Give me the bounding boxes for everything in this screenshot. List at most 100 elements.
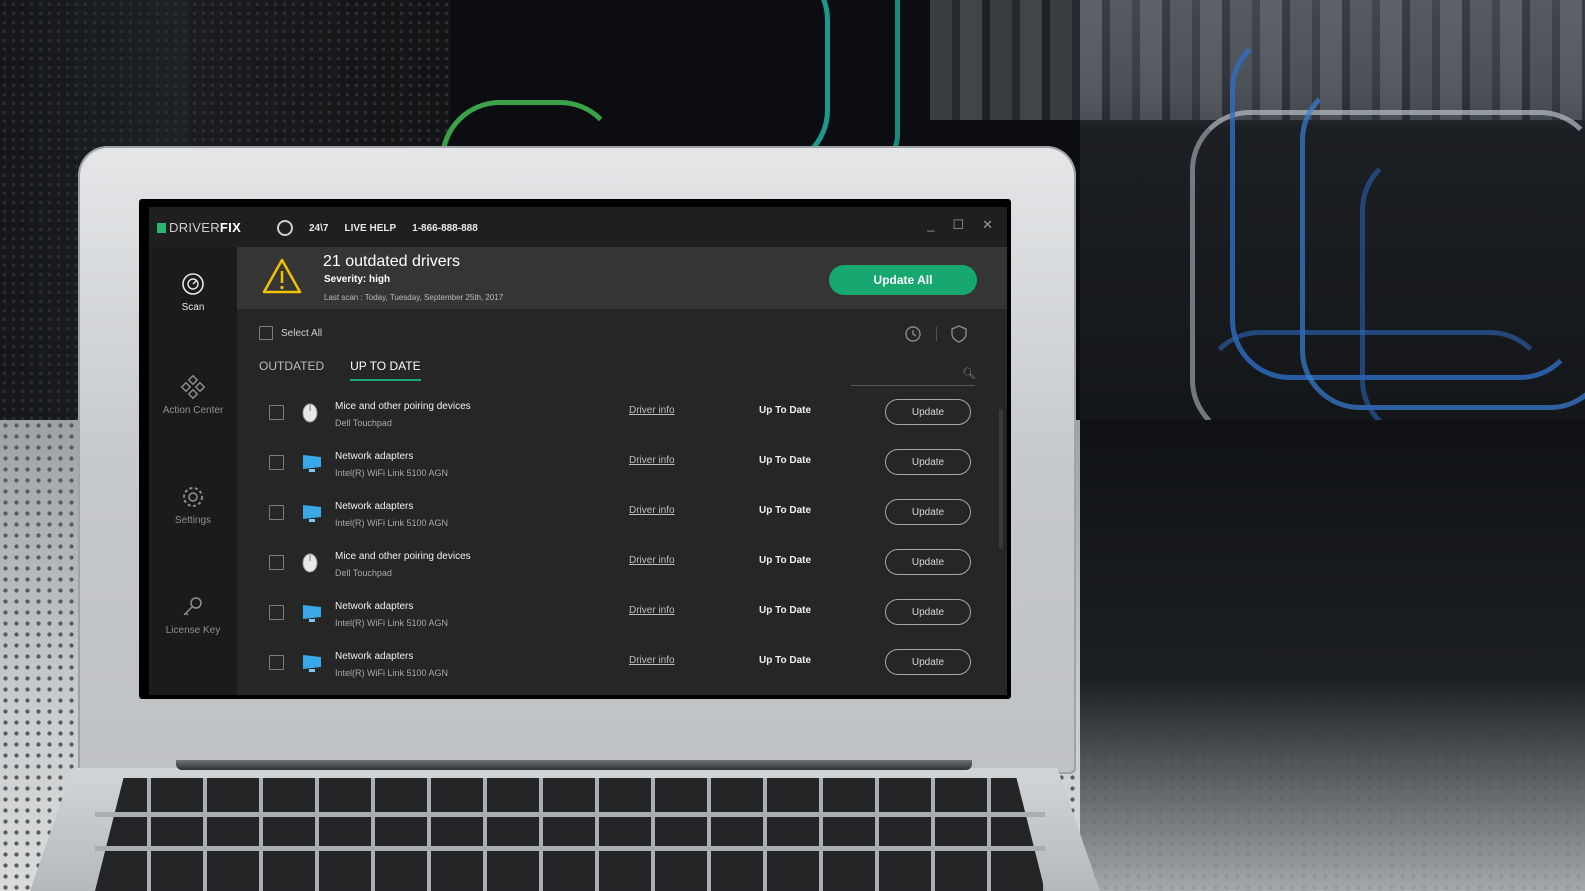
monitor-icon <box>303 655 321 672</box>
driver-info-link[interactable]: Driver info <box>629 505 675 516</box>
device-name: Intel(R) WiFi Link 5100 AGN <box>335 668 449 678</box>
driver-tabs: OUTDATED UP TO DATE <box>259 359 421 381</box>
live-help-link[interactable]: LIVE HELP <box>344 223 396 234</box>
outdated-count-title: 21 outdated drivers <box>323 253 460 270</box>
update-button[interactable]: Update <box>885 649 971 675</box>
laptop-keyboard <box>95 778 1045 891</box>
logo-mark-icon <box>157 223 166 233</box>
device-category: Network adapters <box>335 601 414 612</box>
driver-info-link[interactable]: Driver info <box>629 555 675 566</box>
keyboard-row-gap <box>95 812 1045 817</box>
monitor-icon <box>303 505 321 522</box>
driver-status: Up To Date <box>759 555 812 566</box>
search-input[interactable] <box>851 369 975 386</box>
scan-icon <box>182 273 204 295</box>
maximize-button[interactable]: ☐ <box>952 217 964 233</box>
driver-info-link[interactable]: Driver info <box>629 405 675 416</box>
tab-outdated[interactable]: OUTDATED <box>259 359 324 381</box>
table-row: Network adapters Intel(R) WiFi Link 5100… <box>257 645 987 695</box>
app-logo: DRIVERFIX <box>157 220 241 235</box>
window-controls: _ ☐ ✕ <box>927 217 993 233</box>
keyboard-row-gap <box>95 846 1045 851</box>
update-button[interactable]: Update <box>885 399 971 425</box>
sidebar-item-label: License Key <box>165 625 221 636</box>
device-name: Intel(R) WiFi Link 5100 AGN <box>335 518 449 528</box>
device-name: Intel(R) WiFi Link 5100 AGN <box>335 468 449 478</box>
close-button[interactable]: ✕ <box>982 217 993 233</box>
device-category: Network adapters <box>335 651 414 662</box>
sidebar-item-license-key[interactable]: License Key <box>149 595 237 636</box>
row-checkbox[interactable] <box>269 405 284 420</box>
tools-divider <box>936 327 937 341</box>
row-checkbox[interactable] <box>269 505 284 520</box>
table-row: Network adapters Intel(R) WiFi Link 5100… <box>257 445 987 495</box>
monitor-icon <box>303 455 321 472</box>
device-name: Dell Touchpad <box>335 568 392 578</box>
driverfix-window: DRIVERFIX 24\7 LIVE HELP 1-866-888-888 _… <box>149 207 1007 695</box>
driver-status: Up To Date <box>759 655 812 666</box>
row-checkbox[interactable] <box>269 605 284 620</box>
action-center-icon <box>181 375 205 399</box>
update-button[interactable]: Update <box>885 599 971 625</box>
support-globe-icon <box>277 220 293 236</box>
list-scrollbar[interactable] <box>999 409 1003 549</box>
background-cable <box>700 0 830 170</box>
sidebar-item-settings[interactable]: Settings <box>149 485 237 526</box>
support-phone: 1-866-888-888 <box>412 222 478 234</box>
driver-status: Up To Date <box>759 505 812 516</box>
device-category: Mice and other poiring devices <box>335 401 471 412</box>
device-category: Network adapters <box>335 501 414 512</box>
table-row: Network adapters Intel(R) WiFi Link 5100… <box>257 595 987 645</box>
last-scan-label: Last scan : Today, Tuesday, September 25… <box>324 293 504 302</box>
update-button[interactable]: Update <box>885 499 971 525</box>
update-button[interactable]: Update <box>885 449 971 475</box>
device-name: Dell Touchpad <box>335 418 392 428</box>
minimize-button[interactable]: _ <box>927 217 934 233</box>
row-checkbox[interactable] <box>269 455 284 470</box>
select-all-label: Select All <box>281 327 323 339</box>
sidebar: Scan Action Center Settings License Key <box>149 247 237 695</box>
monitor-icon <box>303 605 321 622</box>
tab-up-to-date[interactable]: UP TO DATE <box>350 359 421 381</box>
sidebar-item-action-center[interactable]: Action Center <box>149 375 237 416</box>
update-all-button[interactable]: Update All <box>829 265 977 295</box>
mouse-icon <box>302 403 318 423</box>
search-icon[interactable]: 🔍︎ <box>962 367 976 380</box>
driver-info-link[interactable]: Driver info <box>629 455 675 466</box>
table-row: Network adapters Intel(R) WiFi Link 5100… <box>257 495 987 545</box>
list-tools <box>904 325 967 343</box>
driver-status: Up To Date <box>759 605 812 616</box>
warning-icon <box>262 258 302 294</box>
severity-label: Severity: high <box>324 274 391 285</box>
driver-list-panel: Select All OUTDATED UP TO DATE 🔍︎ Mice a… <box>237 309 1007 695</box>
support-hours: 24\7 <box>309 222 329 234</box>
background-cable <box>830 0 900 170</box>
update-button[interactable]: Update <box>885 549 971 575</box>
device-category: Network adapters <box>335 451 414 462</box>
key-icon <box>183 597 202 616</box>
history-icon[interactable] <box>904 325 922 343</box>
driver-status: Up To Date <box>759 405 812 416</box>
mouse-icon <box>302 553 318 573</box>
sidebar-item-label: Settings <box>174 515 212 526</box>
table-row: Mice and other poiring devices Dell Touc… <box>257 545 987 595</box>
sidebar-item-scan[interactable]: Scan <box>149 272 237 313</box>
driver-info-link[interactable]: Driver info <box>629 655 675 666</box>
select-all[interactable]: Select All <box>259 326 322 340</box>
background-floor-shadow <box>1080 420 1585 891</box>
sidebar-item-label: Action Center <box>162 405 224 416</box>
gear-icon <box>183 487 203 507</box>
shield-icon[interactable] <box>951 325 967 343</box>
driver-info-link[interactable]: Driver info <box>629 605 675 616</box>
driver-status: Up To Date <box>759 455 812 466</box>
laptop-hinge <box>176 760 972 770</box>
table-row: Mice and other poiring devices Dell Touc… <box>257 395 987 445</box>
status-banner: 21 outdated drivers Severity: high Last … <box>237 247 1007 309</box>
support-bar: 24\7 LIVE HELP 1-866-888-888 <box>277 220 478 236</box>
row-checkbox[interactable] <box>269 655 284 670</box>
row-checkbox[interactable] <box>269 555 284 570</box>
title-bar: DRIVERFIX 24\7 LIVE HELP 1-866-888-888 _… <box>149 207 1007 247</box>
device-category: Mice and other poiring devices <box>335 551 471 562</box>
device-name: Intel(R) WiFi Link 5100 AGN <box>335 618 449 628</box>
select-all-checkbox[interactable] <box>259 326 273 340</box>
